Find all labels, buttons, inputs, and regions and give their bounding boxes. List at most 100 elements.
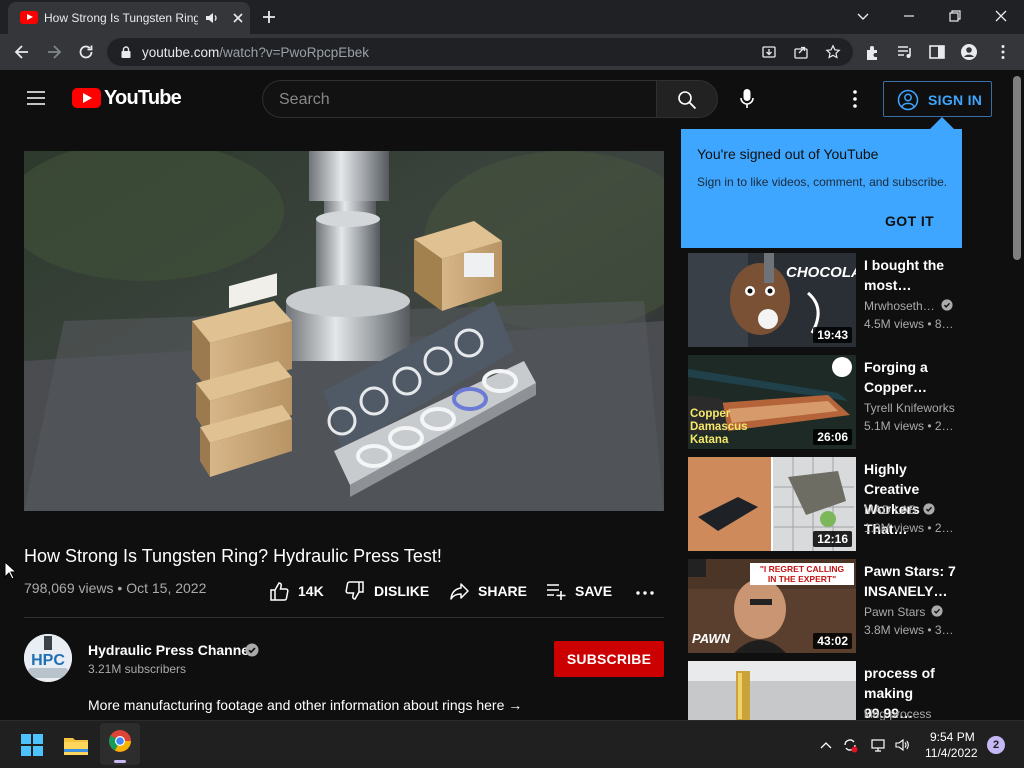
url-host: youtube.com xyxy=(142,45,220,60)
file-explorer-icon[interactable] xyxy=(60,729,92,761)
channel-avatar[interactable]: HPC xyxy=(24,634,72,682)
video-duration: 26:06 xyxy=(813,429,852,445)
video-thumbnail[interactable] xyxy=(688,661,856,720)
related-video-item[interactable]: process of making 99.99… king process xyxy=(688,661,988,720)
install-app-icon[interactable] xyxy=(761,44,777,60)
verified-check-icon xyxy=(245,643,259,657)
more-vertical-icon[interactable] xyxy=(846,88,864,110)
related-views: 4.5M views • 8… xyxy=(864,317,954,331)
video-thumbnail[interactable]: 12:16 xyxy=(688,457,856,551)
channel-name[interactable]: Hydraulic Press Channel xyxy=(88,642,253,658)
chrome-taskbar-button[interactable] xyxy=(100,723,140,765)
hamburger-menu-icon[interactable] xyxy=(26,90,46,106)
video-thumbnail[interactable]: "I REGRET CALLING IN THE EXPERT" PAWN 43:… xyxy=(688,559,856,653)
more-actions-button[interactable] xyxy=(634,579,656,603)
microphone-icon xyxy=(740,89,754,108)
video-description[interactable]: More manufacturing footage and other inf… xyxy=(88,697,522,713)
profile-avatar-icon[interactable] xyxy=(960,43,978,61)
voice-search-button[interactable] xyxy=(728,80,766,118)
section-divider xyxy=(24,617,664,618)
extensions-puzzle-icon[interactable] xyxy=(864,43,882,61)
save-button[interactable]: SAVE xyxy=(545,579,612,603)
popup-title: You're signed out of YouTube xyxy=(697,146,879,162)
address-bar[interactable]: youtube.com/watch?v=PwoRpcpEbek xyxy=(107,38,853,66)
video-player[interactable] xyxy=(24,151,664,511)
restore-icon[interactable] xyxy=(944,6,966,26)
popup-pointer xyxy=(930,117,954,129)
related-video-item[interactable]: CHOCOLATE 19:43 I bought the most… Mrwho… xyxy=(688,253,988,349)
sync-alert-icon[interactable] xyxy=(842,737,858,753)
related-channel-name: Tyrell Knifeworks xyxy=(864,401,955,415)
browser-toolbar: youtube.com/watch?v=PwoRpcpEbek xyxy=(0,34,1024,70)
related-channel: Tyrell Knifeworks xyxy=(864,401,955,415)
chrome-menu-icon[interactable] xyxy=(994,43,1012,61)
speaker-icon[interactable] xyxy=(204,10,220,26)
browser-tab-strip: How Strong Is Tungsten Ring? Hydraulic P… xyxy=(0,0,1024,34)
close-window-icon[interactable] xyxy=(990,6,1012,26)
thumbs-up-icon xyxy=(270,582,289,601)
view-count: 798,069 views xyxy=(24,580,114,596)
minimize-icon[interactable] xyxy=(898,6,920,26)
thumbnail-caption: "I REGRET CALLING IN THE EXPERT" xyxy=(760,564,845,584)
url-text: youtube.com/watch?v=PwoRpcpEbek xyxy=(142,45,369,60)
search-icon xyxy=(678,91,697,110)
search-button[interactable] xyxy=(656,80,718,118)
page-scrollbar[interactable] xyxy=(1010,70,1024,720)
related-channel-name: Mrwhoseth… xyxy=(864,299,935,313)
windows-start-icon[interactable] xyxy=(16,729,48,761)
show-hidden-icons-chevron-icon[interactable] xyxy=(818,737,834,753)
side-panel-icon[interactable] xyxy=(928,43,946,61)
taskbar-clock-date[interactable]: 11/4/2022 xyxy=(925,746,978,760)
lock-icon[interactable] xyxy=(119,45,133,59)
active-app-indicator xyxy=(114,760,126,763)
video-thumbnail[interactable]: CHOCOLATE 19:43 xyxy=(688,253,856,347)
taskbar-clock-time[interactable]: 9:54 PM xyxy=(930,730,975,744)
close-tab-icon[interactable] xyxy=(230,10,246,26)
got-it-button[interactable]: GOT IT xyxy=(885,213,934,229)
dislike-button[interactable]: DISLIKE xyxy=(344,579,429,603)
search-input[interactable] xyxy=(279,90,639,110)
thumbnail-image xyxy=(688,661,856,720)
pawn-stars-logo-text: PAWN xyxy=(692,631,731,646)
related-video-item[interactable]: 12:16 Highly Creative Workers That… MAD … xyxy=(688,457,988,553)
related-video-title[interactable]: I bought the most… xyxy=(864,255,964,295)
like-button[interactable]: 14K xyxy=(268,579,324,603)
browser-tab[interactable]: How Strong Is Tungsten Ring? Hydraulic P… xyxy=(8,2,250,34)
windows-taskbar: 9:54 PM 11/4/2022 2 xyxy=(0,720,1024,768)
verified-check-icon xyxy=(923,503,935,515)
thumbs-down-icon xyxy=(345,581,364,600)
reload-icon[interactable] xyxy=(76,42,96,62)
sign-in-button[interactable]: SIGN IN xyxy=(883,81,992,117)
logo-text: YouTube xyxy=(104,87,182,109)
video-duration: 12:16 xyxy=(813,531,852,547)
new-tab-icon[interactable] xyxy=(260,8,278,26)
related-video-item[interactable]: "I REGRET CALLING IN THE EXPERT" PAWN 43:… xyxy=(688,559,988,655)
account-circle-icon xyxy=(897,89,919,111)
related-channel: king process xyxy=(864,707,931,720)
scrollbar-thumb[interactable] xyxy=(1013,76,1021,260)
channel-logo-image: HPC xyxy=(24,634,72,682)
share-page-icon[interactable] xyxy=(793,44,809,60)
forward-arrow-icon[interactable] xyxy=(44,42,64,62)
youtube-play-logo-icon xyxy=(72,88,101,108)
related-views: 3.8M views • 3… xyxy=(864,623,954,637)
search-box[interactable] xyxy=(262,80,656,118)
verified-check-icon xyxy=(931,605,943,617)
youtube-header: YouTube SIGN IN xyxy=(0,70,1010,126)
tab-search-chevron-icon[interactable] xyxy=(852,6,874,26)
network-icon[interactable] xyxy=(870,737,886,753)
related-video-item[interactable]: Copper Damascus Katana 26:06 Forging a Cop… xyxy=(688,355,988,451)
url-path: /watch?v=PwoRpcpEbek xyxy=(219,45,370,60)
video-thumbnail[interactable]: Copper Damascus Katana 26:06 xyxy=(688,355,856,449)
media-queue-icon[interactable] xyxy=(896,43,914,61)
back-arrow-icon[interactable] xyxy=(12,42,32,62)
subscribe-button[interactable]: SUBSCRIBE xyxy=(554,641,664,677)
related-video-title[interactable]: Forging a Copper… xyxy=(864,357,964,397)
bookmark-star-icon[interactable] xyxy=(825,44,841,60)
notification-badge[interactable]: 2 xyxy=(987,736,1005,754)
volume-icon[interactable] xyxy=(894,737,910,753)
add-to-playlist-icon xyxy=(547,584,566,600)
upload-date: Oct 15, 2022 xyxy=(126,580,207,596)
related-video-title[interactable]: Pawn Stars: 7 INSANELY… xyxy=(864,561,964,601)
share-button[interactable]: SHARE xyxy=(448,579,527,603)
